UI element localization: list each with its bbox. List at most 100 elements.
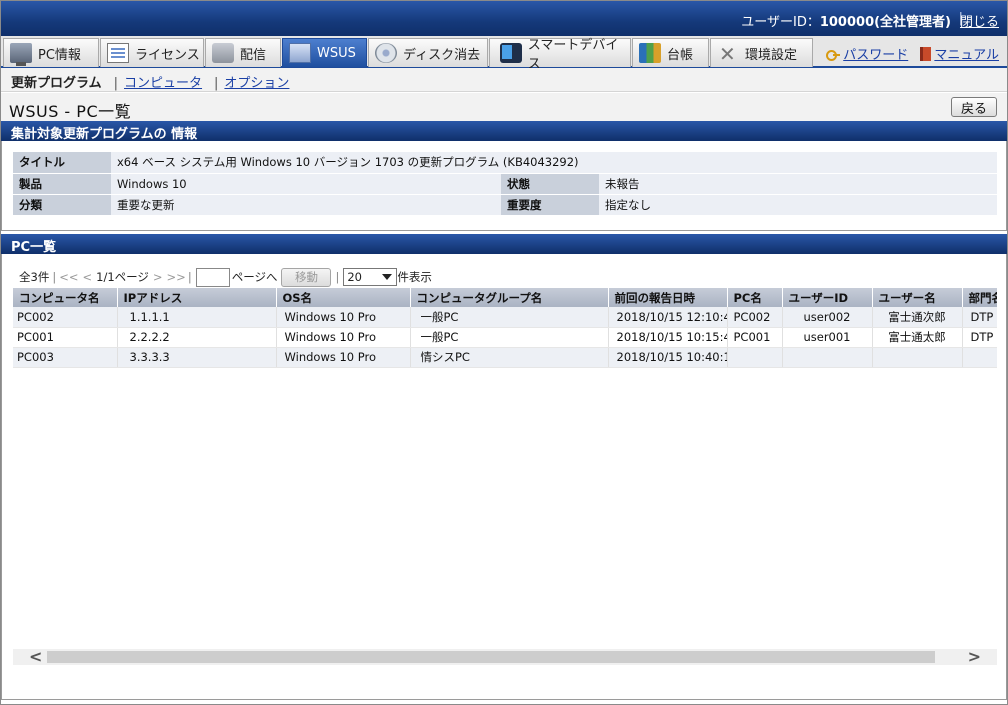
cell-user-id [782, 347, 873, 368]
cell-group-name: 一般PC [410, 327, 609, 348]
tab-label: 台帳 [667, 47, 694, 63]
title-label: タイトル [13, 152, 111, 174]
subnav-current-update-programs: 更新プログラム [11, 76, 102, 91]
settings-icon [717, 42, 739, 66]
tab-label: 配信 [240, 47, 267, 63]
manual-link[interactable]: マニュアル [934, 48, 999, 63]
cell-pc-name: PC002 [727, 307, 783, 328]
tab-settings[interactable]: 環境設定 [710, 38, 813, 67]
status-value: 未報告 [599, 173, 997, 195]
prev-page-link[interactable]: < [82, 270, 92, 284]
header-links: パスワード マニュアル [826, 44, 999, 63]
cell-user-name [872, 347, 963, 368]
pc-list-section-header: PC一覧 [1, 234, 1007, 255]
page-number-input[interactable] [195, 267, 230, 287]
tab-license[interactable]: ライセンス [100, 38, 204, 67]
info-row-title: タイトル x64 ベース システム用 Windows 10 バージョン 1703… [13, 152, 997, 174]
cell-os-name: Windows 10 Pro [276, 347, 411, 368]
subnav-option-link[interactable]: オプション [224, 76, 289, 91]
back-button[interactable]: 戻る [951, 97, 997, 117]
ledger-icon [639, 43, 661, 63]
column-header-last-report[interactable]: 前回の報告日時 [608, 288, 728, 307]
severity-value: 指定なし [599, 194, 997, 216]
cell-user-id: user001 [782, 327, 873, 348]
cell-pc-name: PC001 [727, 327, 783, 348]
tab-pc-info[interactable]: PC情報 [3, 38, 99, 67]
column-header-department[interactable]: 部門名 [962, 288, 997, 307]
cell-last-report: 2018/10/15 12:10:40 [608, 307, 728, 328]
scroll-left-arrow-icon[interactable]: < [29, 647, 42, 666]
next-page-link[interactable]: > [153, 270, 163, 284]
subnav-computer-link[interactable]: コンピュータ [124, 76, 202, 91]
column-header-os-name[interactable]: OS名 [276, 288, 411, 307]
pc-table-container[interactable]: コンピュータ名 IPアドレス OS名 コンピュータグループ名 前回の報告日時 P… [13, 288, 997, 370]
pager-divider: | [52, 270, 57, 284]
pager: 全3件 | << < 1/1ページ > >> | ページへ 移動 | 20 件表… [19, 267, 432, 287]
cell-pc-name [727, 347, 783, 368]
cell-ip-address: 3.3.3.3 [117, 347, 277, 368]
close-link[interactable]: 閉じる [960, 11, 999, 30]
tab-ledger[interactable]: 台帳 [632, 38, 709, 67]
column-header-pc-name[interactable]: PC名 [727, 288, 783, 307]
cell-department: DTP [962, 307, 997, 328]
page-title-bar: WSUS - PC一覧 戻る [1, 93, 1007, 121]
tab-label: PC情報 [38, 47, 81, 63]
move-button[interactable]: 移動 [281, 267, 332, 287]
tab-label: 環境設定 [745, 47, 798, 63]
user-info: ユーザーID：100000(全社管理者) [741, 11, 951, 30]
cell-group-name: 情シスPC [410, 347, 609, 368]
tab-wsus[interactable]: WSUS [282, 38, 367, 67]
cell-os-name: Windows 10 Pro [276, 307, 411, 328]
cell-ip-address: 1.1.1.1 [117, 307, 277, 328]
cell-last-report: 2018/10/15 10:40:10 [608, 347, 728, 368]
per-page-select[interactable]: 20 [343, 268, 398, 286]
cell-last-report: 2018/10/15 10:15:40 [608, 327, 728, 348]
tab-disk-erase[interactable]: ディスク消去 [368, 38, 488, 67]
table-row[interactable]: PC001 2.2.2.2 Windows 10 Pro 一般PC 2018/1… [13, 327, 997, 348]
password-link[interactable]: パスワード [843, 48, 908, 63]
column-header-user-id[interactable]: ユーザーID [782, 288, 873, 307]
tab-label: WSUS [317, 45, 356, 61]
tab-label: ディスク消去 [403, 47, 481, 63]
page-indicator: 1/1ページ [96, 270, 149, 284]
horizontal-scrollbar[interactable]: < > [13, 647, 997, 666]
column-header-ip-address[interactable]: IPアドレス [117, 288, 277, 307]
smart-device-icon [500, 43, 522, 63]
scroll-right-arrow-icon[interactable]: > [968, 647, 981, 666]
total-count: 全3件 [19, 270, 50, 284]
cell-group-name: 一般PC [410, 307, 609, 328]
wsus-icon [289, 43, 311, 63]
column-header-user-name[interactable]: ユーザー名 [872, 288, 963, 307]
tab-label: ライセンス [135, 47, 200, 63]
first-page-link[interactable]: << [59, 270, 78, 284]
license-icon [107, 43, 129, 63]
user-id-value: 100000(全社管理者) [819, 15, 951, 30]
distribution-icon [212, 43, 234, 63]
column-header-group-name[interactable]: コンピュータグループ名 [410, 288, 609, 307]
table-row[interactable]: PC002 1.1.1.1 Windows 10 Pro 一般PC 2018/1… [13, 307, 997, 328]
info-row-classification: 分類 重要な更新 重要度 指定なし [13, 194, 997, 216]
disk-erase-icon [375, 43, 397, 63]
pager-divider: | [335, 270, 340, 284]
column-header-computer-name[interactable]: コンピュータ名 [13, 288, 118, 307]
severity-label: 重要度 [501, 194, 599, 216]
product-label: 製品 [13, 173, 111, 195]
cell-user-id: user002 [782, 307, 873, 328]
subnav-divider: | [113, 76, 119, 91]
cell-department [962, 347, 997, 368]
main-tab-bar: PC情報 ライセンス 配信 WSUS ディスク消去 スマートデバイス 台帳 環 [1, 36, 1007, 72]
scrollbar-thumb[interactable] [47, 651, 935, 663]
product-value: Windows 10 [111, 173, 501, 195]
subnav-divider: | [214, 76, 219, 91]
cell-ip-address: 2.2.2.2 [117, 327, 277, 348]
pc-table: コンピュータ名 IPアドレス OS名 コンピュータグループ名 前回の報告日時 P… [13, 288, 997, 368]
last-page-link[interactable]: >> [167, 270, 186, 284]
classification-value: 重要な更新 [111, 194, 501, 216]
tab-smart-device[interactable]: スマートデバイス [489, 38, 631, 72]
user-id-label: ユーザーID： [741, 15, 820, 30]
table-row[interactable]: PC003 3.3.3.3 Windows 10 Pro 情シスPC 2018/… [13, 347, 997, 368]
pager-divider: | [187, 270, 192, 284]
update-info-section-header: 集計対象更新プログラムの 情報 [1, 121, 1007, 142]
update-info-table: タイトル x64 ベース システム用 Windows 10 バージョン 1703… [13, 152, 997, 216]
tab-distribution[interactable]: 配信 [205, 38, 281, 67]
